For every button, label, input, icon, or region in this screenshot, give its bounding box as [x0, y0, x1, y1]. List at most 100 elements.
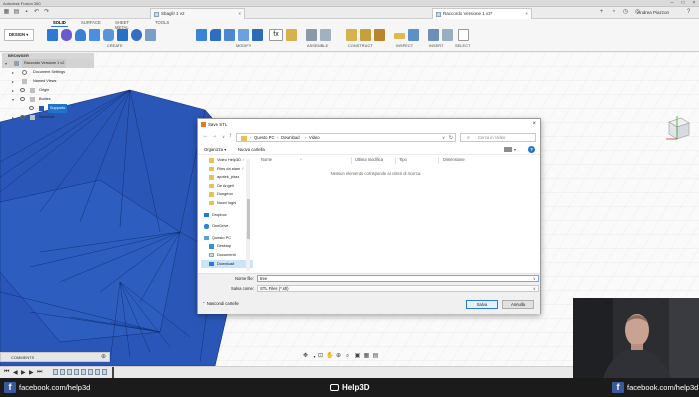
expand-arrow-icon[interactable]: ▾ [5, 59, 7, 68]
press-pull-icon[interactable] [196, 29, 207, 41]
display-settings-icon[interactable]: ▣ [354, 353, 361, 360]
chamfer-icon[interactable] [224, 29, 235, 41]
hole-icon[interactable] [131, 29, 142, 41]
viewports-icon[interactable]: ▤ [372, 353, 379, 360]
revolve-icon[interactable] [89, 29, 100, 41]
fit-icon[interactable]: ⌕ [344, 353, 351, 360]
expand-arrow-icon[interactable]: ▸ [12, 68, 14, 77]
visibility-eye-icon[interactable] [20, 115, 25, 119]
undo-icon[interactable]: ↶ [33, 9, 40, 16]
help-icon[interactable]: ? [528, 146, 535, 153]
facebook-link-right[interactable]: f facebook.com/help3d [612, 382, 698, 393]
timeline-feature[interactable] [74, 369, 79, 375]
go-to-start-icon[interactable]: ⏮ [4, 369, 9, 376]
close-window-icon[interactable]: × [689, 0, 699, 7]
tree-root[interactable]: ▾ Raccordo Versione 1 v2 [2, 59, 94, 68]
timeline-feature[interactable] [88, 369, 93, 375]
tab-tools[interactable]: TOOLS [155, 20, 169, 25]
tree-item-bodies[interactable]: ▾ Bodies [2, 95, 94, 104]
organize-button[interactable]: Organizza ▾ [204, 147, 226, 152]
recent-chevron-down-icon[interactable]: ∨ [220, 133, 227, 140]
close-tab-icon[interactable]: × [525, 9, 528, 19]
search-input[interactable]: ⌕ Cerca in Video [460, 133, 536, 142]
tab-solid[interactable]: SOLID [51, 20, 68, 27]
section-analysis-icon[interactable] [408, 29, 419, 41]
navigation-scrollbar[interactable] [246, 159, 250, 271]
parameters-table-icon[interactable] [286, 29, 297, 41]
loft-icon[interactable] [117, 29, 128, 41]
group-create[interactable]: CREATE [107, 44, 123, 48]
group-insert[interactable]: INSERT [429, 44, 443, 48]
maximize-icon[interactable]: □ [678, 0, 688, 7]
workspace-switcher[interactable]: DESIGN ▾ [4, 29, 34, 41]
add-comment-icon[interactable]: ⊕ [101, 353, 106, 362]
tree-item-named-views[interactable]: ▸ Named Views [2, 77, 94, 86]
app-menu-icon[interactable]: ▦ [3, 9, 10, 16]
group-assemble[interactable]: ASSEMBLE [307, 44, 328, 48]
address-bar[interactable]: › Questo PC › Download › Video ∨ ↻ [236, 133, 456, 142]
as-built-joint-icon[interactable] [320, 29, 331, 41]
help-icon[interactable]: ? [685, 9, 692, 16]
up-arrow-icon[interactable]: ↑ [227, 133, 234, 140]
extrude-icon[interactable] [75, 29, 86, 41]
add-tab-icon[interactable]: + [598, 9, 605, 16]
save-button[interactable]: Salva [466, 300, 498, 309]
expand-arrow-icon[interactable]: ▸ [12, 113, 14, 122]
close-icon[interactable]: × [532, 119, 536, 130]
combine-icon[interactable] [252, 29, 263, 41]
breadcrumb-questo-pc[interactable]: Questo PC [254, 134, 274, 142]
back-arrow-icon[interactable]: ← [202, 133, 209, 140]
notifications-icon[interactable]: ◔ [610, 9, 617, 16]
tree-item-origin[interactable]: ▸ Origin [2, 86, 94, 95]
shell-icon[interactable] [238, 29, 249, 41]
new-folder-button[interactable]: Nuova cartella [238, 147, 265, 152]
select-cursor-icon[interactable] [458, 29, 469, 41]
forward-arrow-icon[interactable]: → [211, 133, 218, 140]
fillet-icon[interactable] [210, 29, 221, 41]
view-chevron-down-icon[interactable]: ▾ [514, 147, 516, 152]
plane-at-angle-icon[interactable] [360, 29, 371, 41]
timeline-feature[interactable] [81, 369, 86, 375]
joint-icon[interactable] [306, 29, 317, 41]
pan-hand-icon[interactable]: ✋ [326, 353, 333, 360]
orbit-icon[interactable]: ✥ [302, 353, 309, 360]
zoom-icon[interactable]: ⊕ [335, 353, 342, 360]
step-forward-icon[interactable]: ▶ [29, 369, 34, 376]
breadcrumb-video[interactable]: Video [309, 134, 320, 142]
create-form-icon[interactable] [61, 29, 72, 41]
chevron-down-icon[interactable]: ∨ [533, 286, 536, 292]
timeline-feature[interactable] [95, 369, 100, 375]
tree-item-document-settings[interactable]: ▸ Document Settings [2, 68, 94, 77]
look-at-icon[interactable]: ⊡ [317, 353, 324, 360]
scrollbar-thumb[interactable] [246, 199, 250, 239]
file-icon[interactable]: ▤ [13, 9, 20, 16]
tree-item-supporto[interactable]: Supporto [2, 104, 94, 113]
dialog-title-bar[interactable]: Save STL × [198, 119, 540, 130]
timeline-feature[interactable] [67, 369, 72, 375]
filename-input[interactable]: tree ∨ [257, 275, 539, 282]
group-construct[interactable]: CONSTRUCT [348, 44, 373, 48]
save-icon[interactable]: ▪ [23, 9, 30, 16]
tab-surface[interactable]: SURFACE [81, 20, 101, 25]
fx-icon[interactable]: fx [269, 29, 283, 41]
expand-arrow-icon[interactable]: ▸ [12, 77, 14, 86]
column-header-name[interactable]: Nome [261, 156, 272, 164]
tab-raccordo[interactable]: Raccordo Versione 1 v2* × [432, 8, 532, 19]
visibility-eye-icon[interactable] [20, 88, 25, 92]
close-tab-icon[interactable]: × [238, 9, 241, 19]
axis-icon[interactable] [374, 29, 385, 41]
tab-sbagli[interactable]: Sbagli! 1 v2 × [150, 8, 245, 19]
redo-icon[interactable]: ↷ [43, 9, 50, 16]
tree-item-sketches[interactable]: ▸ Sketches [2, 113, 94, 122]
go-to-end-icon[interactable]: ⏭ [37, 369, 42, 376]
user-name[interactable]: Andrea Piazzon [637, 10, 669, 15]
visibility-eye-icon[interactable] [29, 106, 34, 110]
timeline-feature[interactable] [53, 369, 58, 375]
insert-image-icon[interactable] [442, 29, 453, 41]
column-header-type[interactable]: Tipo [399, 156, 407, 164]
clock-icon[interactable]: ◷ [622, 9, 629, 16]
group-inspect[interactable]: INSPECT [396, 44, 413, 48]
measure-icon[interactable] [394, 33, 405, 39]
grid-settings-icon[interactable]: ▦ [363, 353, 370, 360]
hide-folders-toggle[interactable]: ⌃ Nascondi cartelle [202, 301, 239, 306]
